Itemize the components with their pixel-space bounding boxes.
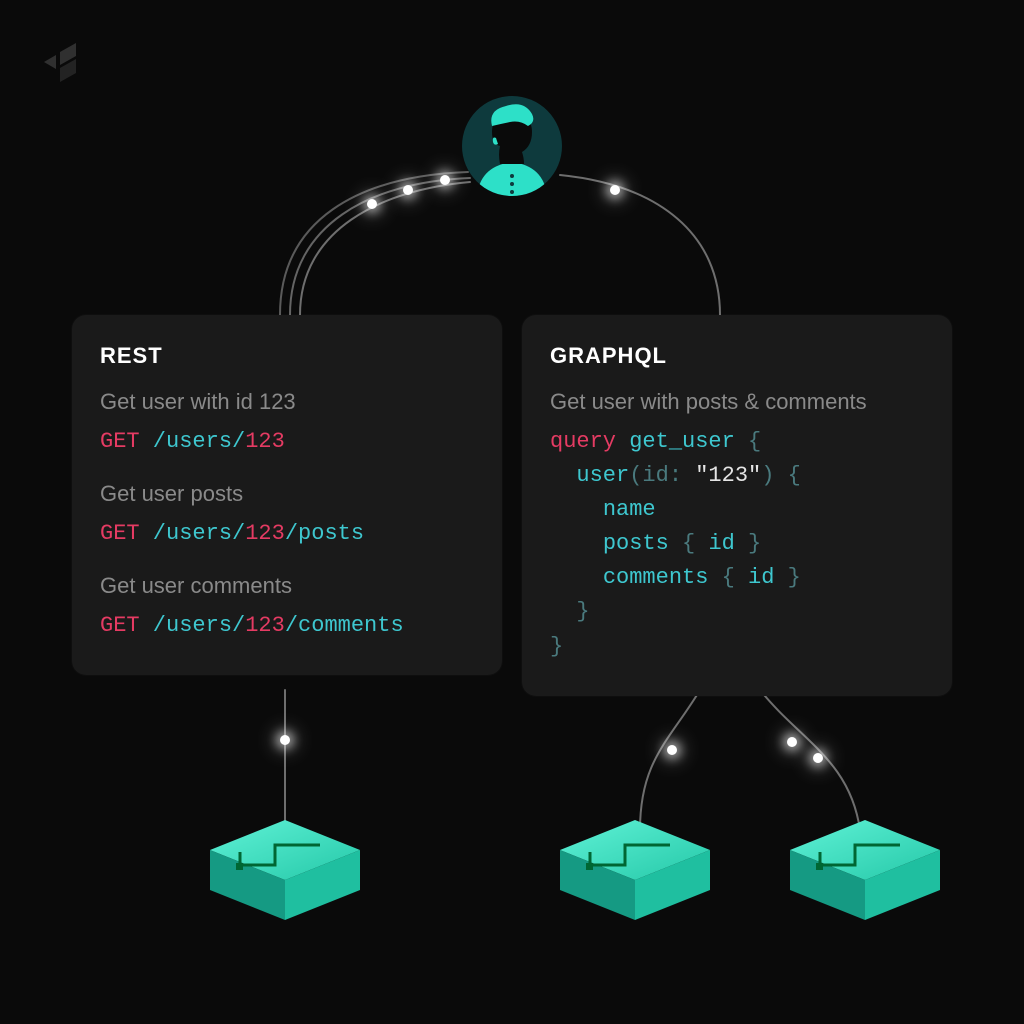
flow-dot-icon xyxy=(667,745,677,755)
graphql-card: GRAPHQL Get user with posts & comments q… xyxy=(522,315,952,696)
graphql-title: GRAPHQL xyxy=(550,343,924,369)
graphql-code: query get_user { user(id: "123") { name … xyxy=(550,425,924,664)
diagram-root: REST Get user with id 123 GET /users/123… xyxy=(0,0,1024,1024)
rest-block: Get user posts GET /users/123/posts xyxy=(100,481,474,551)
rest-desc: Get user with id 123 xyxy=(100,389,474,415)
server-box-icon xyxy=(790,820,940,930)
rest-title: REST xyxy=(100,343,474,369)
rest-block: Get user with id 123 GET /users/123 xyxy=(100,389,474,459)
rest-code: GET /users/123/posts xyxy=(100,517,474,551)
rest-block: Get user comments GET /users/123/comment… xyxy=(100,573,474,643)
flow-dot-icon xyxy=(367,199,377,209)
user-avatar-icon xyxy=(462,96,562,196)
graphql-desc: Get user with posts & comments xyxy=(550,389,924,415)
flow-dot-icon xyxy=(610,185,620,195)
rest-card: REST Get user with id 123 GET /users/123… xyxy=(72,315,502,675)
rest-code: GET /users/123/comments xyxy=(100,609,474,643)
rest-desc: Get user posts xyxy=(100,481,474,507)
brand-logo-icon xyxy=(42,40,90,93)
flow-dot-icon xyxy=(787,737,797,747)
flow-dot-icon xyxy=(813,753,823,763)
flow-dot-icon xyxy=(440,175,450,185)
server-box-icon xyxy=(210,820,360,930)
server-box-icon xyxy=(560,820,710,930)
rest-desc: Get user comments xyxy=(100,573,474,599)
flow-dot-icon xyxy=(280,735,290,745)
rest-code: GET /users/123 xyxy=(100,425,474,459)
flow-dot-icon xyxy=(403,185,413,195)
